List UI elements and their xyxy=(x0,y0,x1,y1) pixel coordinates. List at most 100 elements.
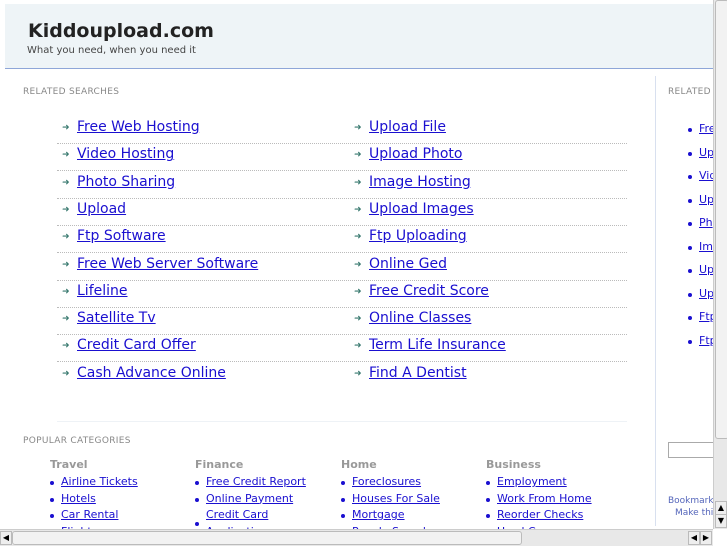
category-link[interactable]: Credit Card xyxy=(206,508,268,521)
horizontal-scroll-thumb[interactable] xyxy=(12,531,522,545)
category-link[interactable]: Reorder Checks xyxy=(497,508,583,521)
related-search-item[interactable]: ➜ Upload Photo xyxy=(354,146,614,173)
category-title: Travel xyxy=(50,458,88,471)
related-search-item[interactable]: ➜ Online Ged xyxy=(354,256,614,283)
related-search-link[interactable]: Online Ged xyxy=(369,256,447,272)
scroll-down-button[interactable]: ▼ xyxy=(715,514,727,528)
category-link[interactable]: Foreclosures xyxy=(352,475,421,488)
bullet-icon xyxy=(50,497,54,502)
arrow-icon: ➜ xyxy=(354,232,362,243)
divider xyxy=(57,421,627,422)
arrow-icon: ➜ xyxy=(354,286,362,297)
related-search-item[interactable]: ➜ Upload File xyxy=(354,119,614,146)
category-link[interactable]: Car Rental xyxy=(61,508,118,521)
arrow-icon: ➜ xyxy=(62,314,70,325)
bullet-icon xyxy=(688,339,692,344)
site-title[interactable]: Kiddoupload.com xyxy=(28,20,214,42)
related-search-item[interactable]: ➜ Cash Advance Online xyxy=(62,365,322,392)
related-search-item[interactable]: ➜ Ftp Software xyxy=(62,228,322,255)
arrow-icon: ➜ xyxy=(354,368,362,379)
bullet-icon xyxy=(195,481,199,485)
related-search-link[interactable]: Credit Card Offer xyxy=(77,337,196,353)
related-search-item[interactable]: ➜ Satellite Tv xyxy=(62,310,322,337)
related-search-item[interactable]: ➜ Video Hosting xyxy=(62,146,322,173)
bullet-icon xyxy=(688,151,692,156)
related-search-item[interactable]: ➜ Find A Dentist xyxy=(354,365,614,392)
bullet-icon xyxy=(688,222,692,226)
category-link[interactable]: Online Payment xyxy=(206,492,293,505)
arrow-icon: ➜ xyxy=(62,368,70,379)
category-link[interactable]: Mortgage xyxy=(352,508,405,521)
scroll-up-button[interactable]: ▲ xyxy=(715,501,727,515)
related-search-link[interactable]: Upload File xyxy=(369,119,446,135)
related-search-link[interactable]: Term Life Insurance xyxy=(369,337,506,353)
related-search-item[interactable]: ➜ Photo Sharing xyxy=(62,174,322,201)
related-search-item[interactable]: ➜ Free Credit Score xyxy=(354,283,614,310)
related-search-link[interactable]: Upload Photo xyxy=(369,146,462,162)
category-link[interactable]: Airline Tickets xyxy=(61,475,138,488)
bullet-icon xyxy=(688,316,692,320)
sidebar-search-input[interactable] xyxy=(668,442,715,458)
related-search-link[interactable]: Online Classes xyxy=(369,310,471,326)
bullet-icon xyxy=(688,128,692,132)
related-search-link[interactable]: Ftp Uploading xyxy=(369,228,467,244)
related-search-item[interactable]: ➜ Term Life Insurance xyxy=(354,337,614,364)
bullet-icon xyxy=(341,497,345,502)
related-search-link[interactable]: Image Hosting xyxy=(369,174,471,190)
related-search-item[interactable]: ➜ Lifeline xyxy=(62,283,322,310)
bullet-icon xyxy=(195,497,199,502)
vertical-scroll-thumb[interactable] xyxy=(715,0,727,439)
related-search-link[interactable]: Upload xyxy=(77,201,126,217)
category-link[interactable]: Employment xyxy=(497,475,567,488)
related-search-link[interactable]: Upload Images xyxy=(369,201,474,217)
make-homepage-link[interactable]: Make thi xyxy=(675,508,713,518)
bullet-icon xyxy=(688,269,692,273)
scroll-right-button[interactable]: ▶ xyxy=(700,531,712,545)
bullet-icon xyxy=(688,292,692,297)
related-search-link[interactable]: Free Web Server Software xyxy=(77,256,258,272)
arrow-icon: ➜ xyxy=(354,123,362,133)
arrow-icon: ➜ xyxy=(62,286,70,297)
related-search-item[interactable]: ➜ Image Hosting xyxy=(354,174,614,201)
bookmark-link[interactable]: Bookmark xyxy=(668,496,714,506)
related-search-link[interactable]: Video Hosting xyxy=(77,146,174,162)
related-searches-heading: RELATED SEARCHES xyxy=(23,87,120,97)
bullet-icon xyxy=(341,514,345,518)
arrow-icon: ➜ xyxy=(62,259,70,270)
category-link[interactable]: Hotels xyxy=(61,492,96,505)
related-search-item[interactable]: ➜ Upload xyxy=(62,201,322,228)
bullet-icon xyxy=(195,522,199,526)
arrow-icon: ➜ xyxy=(354,259,362,270)
related-search-item[interactable]: ➜ Online Classes xyxy=(354,310,614,337)
category-title: Business xyxy=(486,458,541,471)
related-search-link[interactable]: Satellite Tv xyxy=(77,310,156,326)
related-search-link[interactable]: Cash Advance Online xyxy=(77,365,226,381)
category-link[interactable]: Free Credit Report xyxy=(206,475,306,488)
related-search-item[interactable]: ➜ Credit Card Offer xyxy=(62,337,322,364)
related-search-item[interactable]: ➜ Free Web Server Software xyxy=(62,256,322,283)
horizontal-scrollbar[interactable]: ◀ ◀ ▶ xyxy=(0,529,713,546)
category-link[interactable]: Work From Home xyxy=(497,492,592,505)
arrow-icon: ➜ xyxy=(62,232,70,243)
related-search-link[interactable]: Find A Dentist xyxy=(369,365,467,381)
arrow-icon: ➜ xyxy=(354,314,362,325)
related-search-link[interactable]: Free Credit Score xyxy=(369,283,489,299)
sidebar-heading: RELATED xyxy=(668,87,711,97)
arrow-icon: ➜ xyxy=(62,204,70,215)
related-search-item[interactable]: ➜ Upload Images xyxy=(354,201,614,228)
related-search-item[interactable]: ➜ Free Web Hosting xyxy=(62,119,322,146)
related-search-item[interactable]: ➜ Ftp Uploading xyxy=(354,228,614,255)
scroll-left-button[interactable]: ◀ xyxy=(0,531,12,545)
arrow-icon: ➜ xyxy=(354,204,362,215)
vertical-scrollbar[interactable]: ▲ ▼ xyxy=(713,0,727,529)
related-search-link[interactable]: Ftp Software xyxy=(77,228,166,244)
arrow-icon: ➜ xyxy=(62,341,70,352)
related-search-link[interactable]: Lifeline xyxy=(77,283,128,299)
scroll-left-button-2[interactable]: ◀ xyxy=(688,531,700,545)
related-search-link[interactable]: Photo Sharing xyxy=(77,174,175,190)
bullet-icon xyxy=(50,514,54,518)
bullet-icon xyxy=(688,245,692,250)
bullet-icon xyxy=(486,514,490,518)
category-link[interactable]: Houses For Sale xyxy=(352,492,440,505)
related-search-link[interactable]: Free Web Hosting xyxy=(77,119,200,135)
